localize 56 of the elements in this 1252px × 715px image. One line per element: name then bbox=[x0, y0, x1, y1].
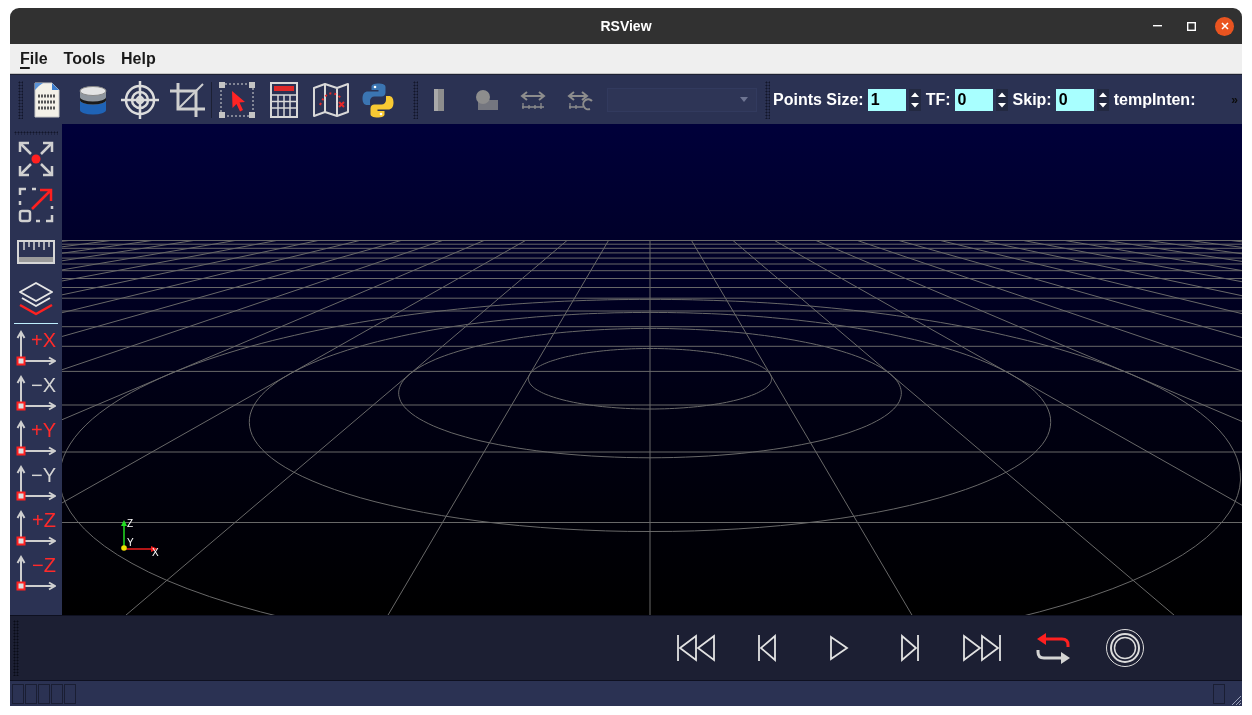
skip-to-start-icon[interactable] bbox=[676, 634, 716, 662]
spin-box[interactable]: 0 bbox=[954, 88, 993, 111]
step-back-icon[interactable] bbox=[757, 634, 777, 662]
drag-handle[interactable] bbox=[18, 80, 23, 119]
axes-icon bbox=[16, 420, 56, 456]
axes-icon bbox=[16, 555, 56, 591]
axis-label: Z bbox=[127, 518, 134, 529]
axis-label: Y bbox=[127, 537, 134, 548]
expand-arrows-icon[interactable] bbox=[17, 140, 55, 178]
selection-arrow-icon[interactable] bbox=[217, 79, 257, 120]
status-panel bbox=[1213, 683, 1225, 704]
concentric-circles-icon[interactable] bbox=[1105, 628, 1145, 668]
status-panel bbox=[38, 683, 50, 704]
spin-arrows-icon[interactable] bbox=[1096, 88, 1109, 111]
menu-item[interactable]: File bbox=[20, 46, 48, 71]
close-button[interactable] bbox=[1215, 16, 1234, 36]
field-label: TF: bbox=[925, 91, 951, 108]
view-direction-button[interactable]: −X bbox=[16, 375, 56, 411]
zoom-box-icon[interactable] bbox=[17, 186, 55, 224]
3d-viewport[interactable]: Z Y X bbox=[62, 124, 1242, 615]
window-title: RSView bbox=[600, 19, 652, 33]
axes-icon bbox=[16, 465, 56, 501]
loop-icon[interactable] bbox=[1034, 631, 1072, 665]
layers-icon[interactable] bbox=[17, 280, 55, 318]
menu-item[interactable]: Help bbox=[121, 46, 156, 71]
spin-arrows-icon[interactable] bbox=[995, 88, 1008, 111]
drag-handle[interactable] bbox=[14, 131, 58, 135]
drag-handle[interactable] bbox=[765, 80, 770, 119]
minimize-icon bbox=[1152, 25, 1162, 27]
step-forward-icon[interactable] bbox=[900, 634, 920, 662]
axes-icon bbox=[16, 330, 56, 366]
field-label: Skip: bbox=[1012, 91, 1052, 108]
field-label: tempInten: bbox=[1113, 91, 1196, 108]
ruler-icon[interactable] bbox=[17, 240, 55, 264]
status-panel bbox=[25, 683, 37, 704]
maximize-icon bbox=[1186, 21, 1196, 31]
drag-handle[interactable] bbox=[413, 80, 418, 119]
close-icon bbox=[1220, 22, 1229, 30]
axis-label: X bbox=[152, 547, 159, 558]
status-panel bbox=[12, 683, 24, 704]
menu-item[interactable]: Tools bbox=[63, 46, 106, 71]
spin-box[interactable]: 1 bbox=[867, 88, 906, 111]
crosshair-icon[interactable] bbox=[120, 79, 160, 120]
resize-grip-icon[interactable] bbox=[1231, 695, 1241, 705]
spin-box[interactable]: 0 bbox=[1055, 88, 1094, 111]
spin-arrows-icon[interactable] bbox=[908, 88, 921, 111]
axes-icon bbox=[16, 375, 56, 411]
status-panel bbox=[64, 683, 76, 704]
caret-down-icon bbox=[740, 97, 748, 102]
axes-icon bbox=[16, 510, 56, 546]
field-label: Points Size: bbox=[773, 91, 864, 108]
status-panel bbox=[51, 683, 63, 704]
skip-to-end-icon[interactable] bbox=[962, 634, 1002, 662]
view-direction-button[interactable]: −Y bbox=[16, 465, 56, 501]
play-icon[interactable] bbox=[829, 634, 849, 662]
drag-handle[interactable] bbox=[13, 620, 19, 676]
